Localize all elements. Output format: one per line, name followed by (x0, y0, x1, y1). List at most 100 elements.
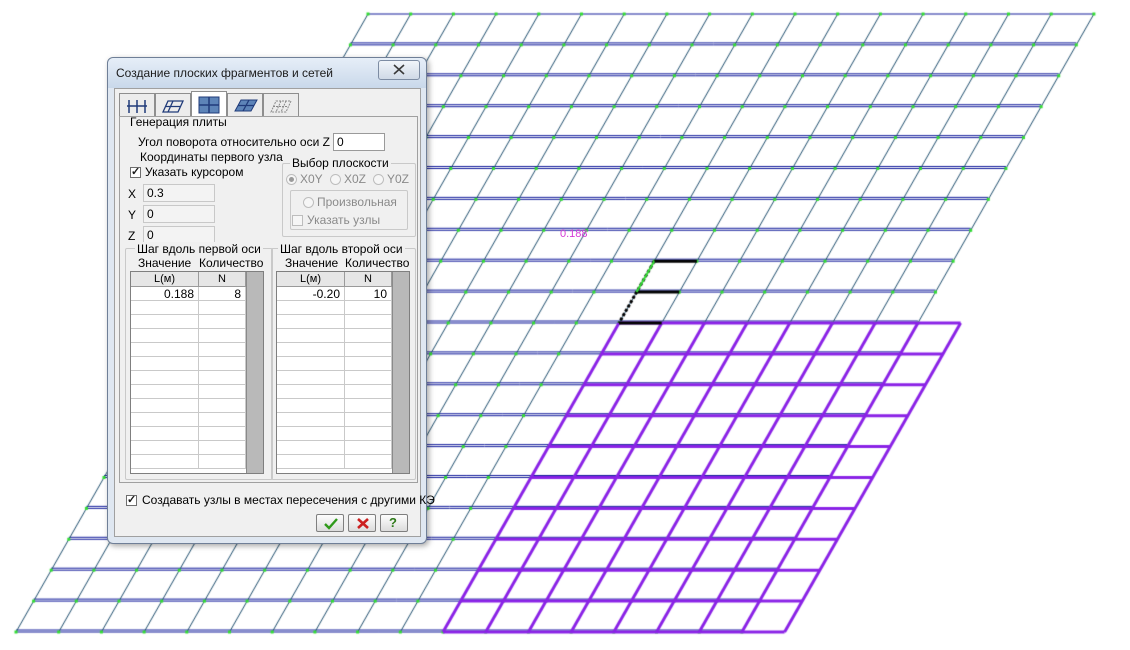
ok-button[interactable] (316, 514, 344, 532)
cursor-checkbox[interactable] (130, 165, 141, 178)
table-cell[interactable] (277, 329, 345, 343)
step2-table[interactable]: L(м) N -0.20 10 (276, 271, 410, 474)
step2-value-label: Значение (285, 256, 339, 270)
table-cell[interactable] (199, 329, 246, 343)
table-cell[interactable] (131, 399, 199, 413)
table-cell[interactable] (345, 315, 392, 329)
table-cell[interactable] (131, 413, 199, 427)
table-cell[interactable] (199, 413, 246, 427)
radio-arbitrary[interactable] (303, 197, 314, 208)
create-plane-fragments-dialog: Создание плоских фрагментов и сетей Гене… (107, 57, 435, 544)
step1-col-l: L(м) (131, 272, 199, 287)
step2-row1-n[interactable]: 10 (345, 287, 392, 301)
hatched-mesh-icon (270, 100, 292, 113)
table-cell[interactable] (277, 427, 345, 441)
tab-skewed-plate[interactable] (155, 93, 191, 116)
table-cell[interactable] (199, 371, 246, 385)
radio-y0z[interactable] (373, 174, 384, 185)
table-cell[interactable] (277, 343, 345, 357)
table-cell[interactable] (199, 455, 246, 469)
step2-title: Шаг вдоль второй оси (278, 242, 405, 256)
table-cell[interactable] (277, 385, 345, 399)
step1-scrollbar[interactable] (246, 272, 263, 473)
table-cell[interactable] (277, 315, 345, 329)
specify-nodes-checkbox[interactable] (292, 215, 303, 226)
radio-y0z-label: Y0Z (387, 172, 410, 186)
step2-col-l: L(м) (277, 272, 345, 287)
step2-scrollbar[interactable] (392, 272, 409, 473)
radio-x0y-label: X0Y (300, 172, 323, 186)
table-cell[interactable] (199, 399, 246, 413)
dialog-titlebar[interactable]: Создание плоских фрагментов и сетей (108, 58, 426, 88)
specify-nodes-label: Указать узлы (307, 213, 381, 227)
table-cell[interactable] (131, 427, 199, 441)
table-cell[interactable] (345, 371, 392, 385)
x-coordinate-field[interactable]: 0.3 (143, 184, 215, 202)
table-cell[interactable] (277, 301, 345, 315)
table-cell[interactable] (345, 399, 392, 413)
table-cell[interactable] (345, 385, 392, 399)
table-cell[interactable] (345, 427, 392, 441)
table-cell[interactable] (131, 371, 199, 385)
table-cell[interactable] (131, 441, 199, 455)
step1-table[interactable]: L(м) N 0.188 8 (130, 271, 264, 474)
table-cell[interactable] (277, 399, 345, 413)
table-cell[interactable] (131, 343, 199, 357)
step2-row1-l[interactable]: -0.20 (277, 287, 345, 301)
table-cell[interactable] (277, 413, 345, 427)
step2-count-label: Количество (345, 256, 410, 270)
help-button[interactable]: ? (380, 514, 408, 532)
y-coordinate-field[interactable]: 0 (143, 205, 215, 223)
close-icon (393, 64, 405, 75)
table-cell[interactable] (199, 301, 246, 315)
x-label: X (128, 187, 137, 201)
close-button[interactable] (378, 60, 420, 80)
step1-row1-l[interactable]: 0.188 (131, 287, 199, 301)
table-cell[interactable] (131, 455, 199, 469)
y-label: Y (128, 208, 137, 222)
table-cell[interactable] (277, 371, 345, 385)
radio-x0z[interactable] (330, 174, 341, 185)
cancel-x-icon (357, 518, 369, 529)
table-cell[interactable] (345, 329, 392, 343)
radio-x0y[interactable] (286, 174, 297, 185)
step1-col-n: N (199, 272, 246, 287)
table-cell[interactable] (199, 441, 246, 455)
table-cell[interactable] (199, 315, 246, 329)
table-cell[interactable] (277, 357, 345, 371)
skewed-plate-icon (162, 100, 184, 113)
table-cell[interactable] (345, 343, 392, 357)
step1-row1-n[interactable]: 8 (199, 287, 246, 301)
plate-grid-icon (198, 96, 220, 114)
table-cell[interactable] (277, 441, 345, 455)
plate-generation-panel: Генерация плиты Угол поворота относитель… (119, 115, 418, 483)
intersect-nodes-checkbox[interactable] (126, 493, 137, 506)
table-cell[interactable] (199, 343, 246, 357)
table-cell[interactable] (345, 301, 392, 315)
table-cell[interactable] (345, 441, 392, 455)
radio-x0z-label: X0Z (344, 172, 367, 186)
table-cell[interactable] (131, 329, 199, 343)
table-cell[interactable] (131, 357, 199, 371)
table-cell[interactable] (345, 357, 392, 371)
table-cell[interactable] (131, 301, 199, 315)
table-cell[interactable] (199, 385, 246, 399)
table-cell[interactable] (131, 315, 199, 329)
step1-value-label: Значение (138, 256, 192, 270)
tab-grid-frame[interactable] (119, 93, 155, 116)
tab-skewed-grid[interactable] (227, 93, 263, 116)
dialog-client: Генерация плиты Угол поворота относитель… (114, 88, 435, 537)
help-icon: ? (389, 515, 397, 530)
table-cell[interactable] (199, 427, 246, 441)
table-cell[interactable] (199, 357, 246, 371)
tab-plate-grid[interactable] (191, 91, 227, 117)
table-cell[interactable] (277, 455, 345, 469)
table-cell[interactable] (131, 385, 199, 399)
rotation-angle-input[interactable]: 0 (333, 133, 385, 151)
rotation-label: Угол поворота относительно оси Z (138, 135, 330, 149)
z-label: Z (128, 229, 136, 243)
cancel-button[interactable] (348, 514, 376, 532)
tab-hatched-mesh[interactable] (263, 93, 299, 116)
table-cell[interactable] (345, 413, 392, 427)
table-cell[interactable] (345, 455, 392, 469)
